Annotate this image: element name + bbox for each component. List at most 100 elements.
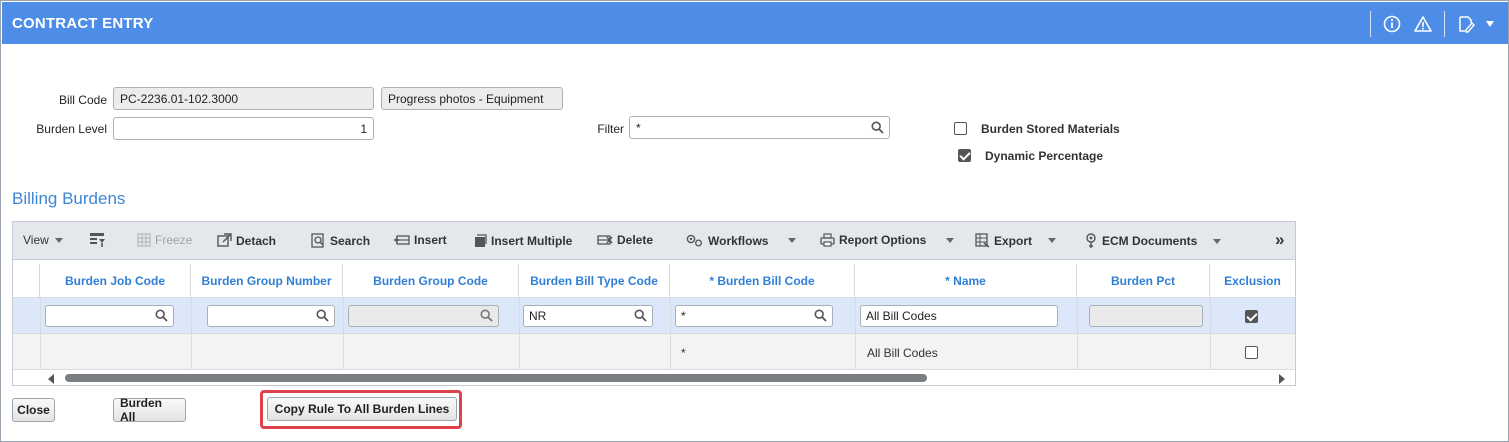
- name-cell: All Bill Codes: [867, 346, 938, 360]
- close-button[interactable]: Close: [12, 398, 55, 422]
- burden-job-code-input[interactable]: [45, 305, 174, 327]
- horizontal-scrollbar[interactable]: [13, 370, 1295, 385]
- export-label: Export: [994, 233, 1033, 248]
- info-icon[interactable]: [1382, 14, 1402, 34]
- detach-icon: [217, 233, 232, 247]
- chevron-down-icon: [54, 237, 63, 243]
- insert-row-icon: [394, 235, 410, 245]
- dynamic-percentage-label: Dynamic Percentage: [985, 149, 1104, 163]
- search-icon[interactable]: [155, 309, 168, 325]
- column-header[interactable]: * Name: [855, 264, 1077, 298]
- view-menu[interactable]: View: [23, 233, 63, 247]
- table-row[interactable]: [13, 334, 1295, 370]
- burden-group-code-input: [348, 305, 499, 327]
- search-icon[interactable]: [814, 309, 827, 325]
- filter-input[interactable]: *: [629, 116, 890, 139]
- bill-code-description: Progress photos - Equipment: [381, 87, 563, 110]
- freeze-label: Freeze: [155, 233, 193, 247]
- billing-burdens-grid: View Freeze Detach Search Insert Insert …: [12, 221, 1296, 386]
- burden-stored-materials-checkbox[interactable]: [954, 122, 967, 135]
- delete-button[interactable]: Delete: [597, 233, 653, 247]
- filter-value: *: [636, 121, 641, 135]
- workflows-label: Workflows: [708, 233, 769, 248]
- dynamic-percentage-checkbox[interactable]: [958, 149, 971, 162]
- column-header[interactable]: Burden Group Number: [191, 264, 343, 298]
- contract-entry-window: CONTRACT ENTRY Bill Code PC-2236.01-102.…: [0, 0, 1509, 442]
- title-separator: [1444, 11, 1445, 37]
- burden-bill-code-cell: *: [681, 346, 686, 360]
- ecm-documents-label: ECM Documents: [1102, 234, 1198, 248]
- search-icon: [311, 233, 324, 248]
- freeze-button[interactable]: Freeze: [137, 233, 192, 247]
- column-divider: [1077, 334, 1078, 370]
- search-icon[interactable]: [871, 121, 884, 137]
- burden-level-label: Burden Level: [36, 122, 107, 136]
- export-menu[interactable]: Export: [975, 233, 1057, 248]
- column-divider: [343, 334, 344, 370]
- section-title: Billing Burdens: [12, 189, 126, 208]
- delete-label: Delete: [617, 233, 654, 247]
- search-button[interactable]: Search: [311, 233, 370, 248]
- column-divider: [855, 334, 856, 370]
- insert-multiple-label: Insert Multiple: [491, 233, 573, 248]
- freeze-icon: [137, 233, 151, 247]
- ecm-documents-menu[interactable]: ECM Documents: [1084, 233, 1222, 249]
- search-icon[interactable]: [316, 309, 329, 325]
- filter-label: Filter: [597, 122, 624, 136]
- title-bar: CONTRACT ENTRY: [2, 2, 1508, 44]
- column-header[interactable]: Exclusion: [1210, 264, 1295, 298]
- burden-bill-type-code-value: NR: [529, 309, 547, 323]
- ecm-documents-icon: [1086, 233, 1096, 248]
- burden-level-input[interactable]: 1: [113, 117, 374, 140]
- column-header[interactable]: Burden Job Code: [40, 264, 191, 298]
- bill-code-label: Bill Code: [58, 93, 107, 107]
- chevron-down-icon[interactable]: [1480, 14, 1500, 34]
- insert-multiple-button[interactable]: Insert Multiple: [473, 233, 572, 248]
- more-toolbar-button[interactable]: »: [1275, 230, 1284, 250]
- workflows-icon: [686, 234, 702, 247]
- column-header[interactable]: Burden Group Code: [343, 264, 519, 298]
- workflows-menu[interactable]: Workflows: [686, 233, 797, 248]
- column-divider: [40, 334, 41, 370]
- burden-all-button[interactable]: Burden All: [113, 396, 186, 424]
- detach-label: Detach: [236, 233, 277, 248]
- burden-bill-code-input[interactable]: *: [675, 305, 833, 327]
- printer-icon: [820, 233, 835, 247]
- burden-bill-code-value: *: [681, 309, 686, 323]
- chevron-down-icon: [1048, 238, 1057, 243]
- column-header[interactable]: Burden Pct: [1077, 264, 1210, 298]
- column-divider: [670, 334, 671, 370]
- insert-button[interactable]: Insert: [394, 233, 447, 247]
- report-options-menu[interactable]: Report Options: [820, 233, 955, 247]
- chevron-down-icon: [788, 238, 797, 243]
- scroll-right-icon[interactable]: [1278, 373, 1286, 387]
- burden-bill-type-code-input[interactable]: NR: [523, 305, 653, 327]
- name-input[interactable]: All Bill Codes: [860, 305, 1058, 327]
- scrollbar-thumb[interactable]: [65, 374, 927, 382]
- warning-icon[interactable]: [1413, 14, 1433, 34]
- delete-row-icon: [597, 235, 613, 245]
- column-header[interactable]: Burden Bill Type Code: [519, 264, 670, 298]
- burden-group-number-input[interactable]: [207, 305, 335, 327]
- search-label: Search: [330, 233, 371, 248]
- report-options-label: Report Options: [839, 233, 927, 247]
- scroll-left-icon[interactable]: [47, 373, 55, 387]
- burden-pct-input: [1089, 305, 1203, 327]
- column-header[interactable]: * Burden Bill Code: [670, 264, 855, 298]
- grid-settings-icon[interactable]: [89, 232, 107, 248]
- search-icon[interactable]: [634, 309, 647, 325]
- edit-note-icon[interactable]: [1456, 14, 1476, 34]
- export-icon: [975, 233, 990, 248]
- exclusion-checkbox[interactable]: [1245, 310, 1258, 323]
- column-divider: [191, 334, 192, 370]
- burden-stored-materials-label: Burden Stored Materials: [981, 122, 1120, 136]
- view-label: View: [23, 233, 49, 247]
- page-title: CONTRACT ENTRY: [12, 15, 154, 32]
- exclusion-checkbox[interactable]: [1245, 346, 1258, 359]
- title-separator: [1370, 11, 1371, 37]
- grid-toolbar: View Freeze Detach Search Insert Insert …: [13, 222, 1295, 260]
- chevron-down-icon: [1213, 238, 1222, 244]
- detach-button[interactable]: Detach: [217, 233, 276, 248]
- search-icon: [480, 309, 493, 325]
- copy-rule-button[interactable]: Copy Rule To All Burden Lines: [267, 397, 457, 421]
